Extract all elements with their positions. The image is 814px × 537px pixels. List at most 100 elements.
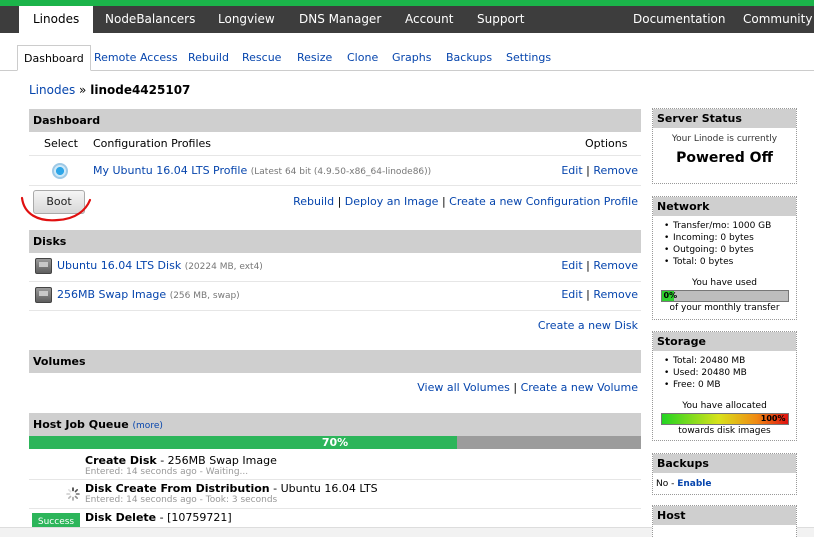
job-title: Disk Create From Distribution	[85, 482, 270, 495]
profiles-column-headers: Select Configuration Profiles Options	[29, 132, 641, 156]
transfer-meter: 0%	[660, 290, 789, 302]
disk-icon	[35, 287, 52, 303]
server-status-box: Server Status Your Linode is currently P…	[652, 108, 797, 184]
new-profile-link[interactable]: Create a new Configuration Profile	[449, 195, 638, 208]
disk-link[interactable]: Ubuntu 16.04 LTS Disk	[57, 259, 181, 272]
tab-settings[interactable]: Settings	[500, 45, 557, 71]
server-status-header: Server Status	[653, 109, 796, 128]
create-volume-link[interactable]: Create a new Volume	[521, 381, 638, 394]
disk-detail: (20224 MB, ext4)	[184, 262, 263, 272]
profile-link[interactable]: My Ubuntu 16.04 LTS Profile	[93, 164, 247, 177]
separator: |	[586, 164, 590, 177]
transfer-used-label: You have used	[692, 278, 757, 288]
job-progress-label: 70%	[321, 436, 349, 449]
tab-remote-access[interactable]: Remote Access	[88, 45, 184, 71]
job-queue-header: Host Job Queue (more)	[29, 413, 641, 436]
storage-stat: Free: 0 MB	[664, 379, 796, 391]
job-subtext: Entered: 14 seconds ago - Waiting...	[85, 467, 249, 477]
storage-header: Storage	[653, 332, 796, 351]
view-volumes-link[interactable]: View all Volumes	[417, 381, 510, 394]
host-box: Host	[652, 505, 797, 537]
nav-community[interactable]: Community	[729, 6, 814, 33]
enable-backups-link[interactable]: Enable	[677, 479, 711, 489]
status-line: Your Linode is currently	[671, 134, 778, 144]
col-profiles: Configuration Profiles	[93, 137, 212, 150]
job-queue-title: Host Job Queue	[33, 418, 129, 431]
dashboard-header: Dashboard	[29, 109, 641, 132]
network-stat: Total: 0 bytes	[664, 256, 796, 268]
transfer-pct: 0%	[663, 291, 678, 300]
disk-remove-link[interactable]: Remove	[593, 288, 638, 301]
tab-clone[interactable]: Clone	[341, 45, 384, 71]
disks-header: Disks	[29, 230, 641, 253]
separator: |	[586, 259, 590, 272]
nav-longview[interactable]: Longview	[204, 6, 289, 33]
tab-dashboard[interactable]: Dashboard	[17, 45, 91, 71]
tab-backups[interactable]: Backups	[440, 45, 498, 71]
breadcrumb-separator: »	[79, 83, 87, 97]
separator: |	[337, 195, 342, 208]
network-box: Network Transfer/mo: 1000 GB Incoming: 0…	[652, 196, 797, 320]
nav-support[interactable]: Support	[463, 6, 538, 33]
disk-icon	[35, 258, 52, 274]
disk-edit-link[interactable]: Edit	[561, 288, 582, 301]
power-state: Powered Off	[676, 150, 773, 166]
nav-linodes[interactable]: Linodes	[19, 6, 94, 33]
disk-detail: (256 MB, swap)	[169, 291, 240, 301]
storage-pct: 100%	[760, 414, 786, 423]
disk-edit-link[interactable]: Edit	[561, 259, 582, 272]
tab-rescue[interactable]: Rescue	[236, 45, 287, 71]
disk-remove-link[interactable]: Remove	[593, 259, 638, 272]
job-item: Disk Create From Distribution - Ubuntu 1…	[85, 482, 378, 505]
create-disk-link[interactable]: Create a new Disk	[538, 315, 638, 337]
storage-stats: Total: 20480 MB Used: 20480 MB Free: 0 M…	[653, 351, 796, 391]
nav-dns-manager[interactable]: DNS Manager	[285, 6, 395, 33]
col-options: Options	[585, 137, 628, 150]
disk-row: 256MB Swap Image (256 MB, swap) Edit | R…	[29, 282, 641, 311]
job-subtext: Entered: 14 seconds ago - Took: 3 second…	[85, 495, 278, 505]
job-queue-more-link[interactable]: (more)	[133, 421, 163, 431]
disk-link[interactable]: 256MB Swap Image	[57, 288, 166, 301]
profile-edit-link[interactable]: Edit	[561, 164, 582, 177]
backups-box: Backups No - Enable	[652, 453, 797, 495]
tab-rebuild[interactable]: Rebuild	[182, 45, 235, 71]
backups-status: No -	[656, 479, 678, 489]
rebuild-link[interactable]: Rebuild	[293, 195, 334, 208]
job-desc: - [10759721]	[156, 511, 232, 524]
network-stat: Transfer/mo: 1000 GB	[664, 220, 796, 232]
profile-remove-link[interactable]: Remove	[593, 164, 638, 177]
breadcrumb: Linodes » linode4425107	[29, 83, 190, 97]
job-title: Disk Delete	[85, 511, 157, 524]
profile-detail: (Latest 64 bit (4.9.50-x86_64-linode86))	[250, 167, 432, 177]
profile-row: My Ubuntu 16.04 LTS Profile (Latest 64 b…	[29, 156, 641, 186]
top-navbar: Linodes NodeBalancers Longview DNS Manag…	[0, 0, 814, 33]
backups-header: Backups	[653, 454, 796, 473]
disk-row: Ubuntu 16.04 LTS Disk (20224 MB, ext4) E…	[29, 253, 641, 282]
job-progress-bar: 70%	[29, 436, 641, 449]
nav-documentation[interactable]: Documentation	[619, 6, 740, 33]
nav-account[interactable]: Account	[391, 6, 467, 33]
tab-resize[interactable]: Resize	[291, 45, 338, 71]
breadcrumb-linodes-link[interactable]: Linodes	[29, 83, 75, 97]
deploy-image-link[interactable]: Deploy an Image	[345, 195, 439, 208]
separator: |	[586, 288, 590, 301]
storage-box: Storage Total: 20480 MB Used: 20480 MB F…	[652, 331, 797, 441]
storage-meter: 100%	[660, 413, 789, 425]
job-item: Disk Delete - [10759721]	[85, 511, 232, 524]
job-title: Create Disk	[85, 454, 157, 467]
boot-row: Rebuild | Deploy an Image | Create a new…	[29, 188, 641, 216]
tab-graphs[interactable]: Graphs	[386, 45, 437, 71]
host-header: Host	[653, 506, 796, 525]
profile-select-radio[interactable]	[52, 163, 68, 179]
job-item: Create Disk - 256MB Swap Image Entered: …	[85, 454, 277, 477]
job-desc: - Ubuntu 16.04 LTS	[269, 482, 378, 495]
network-stat: Incoming: 0 bytes	[664, 232, 796, 244]
separator: |	[513, 381, 518, 394]
breadcrumb-current: linode4425107	[90, 83, 191, 97]
transfer-footer: of your monthly transfer	[669, 303, 780, 313]
volumes-actions-row: View all Volumes | Create a new Volume	[29, 378, 641, 398]
network-stats: Transfer/mo: 1000 GB Incoming: 0 bytes O…	[653, 216, 796, 268]
storage-stat: Total: 20480 MB	[664, 355, 796, 367]
nav-nodebalancers[interactable]: NodeBalancers	[91, 6, 209, 33]
storage-stat: Used: 20480 MB	[664, 367, 796, 379]
